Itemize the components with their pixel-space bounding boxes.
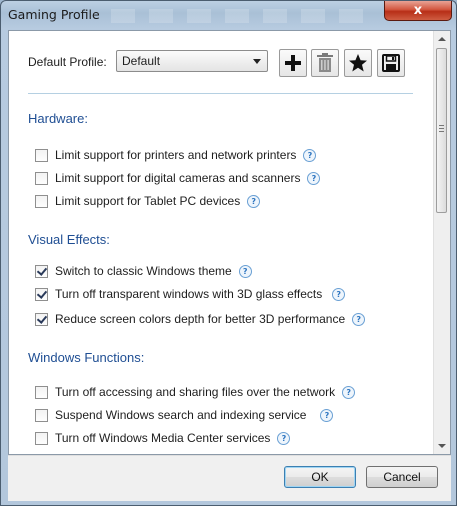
option-limit-printers[interactable]: Limit support for printers and network p… [35,147,317,163]
trash-icon [317,53,333,72]
ok-button[interactable]: OK [284,466,356,488]
checkbox[interactable] [35,264,48,278]
option-search-indexing[interactable]: Suspend Windows search and indexing serv… [35,407,334,423]
save-icon [382,54,400,72]
option-label: Switch to classic Windows theme [55,264,232,278]
checkbox[interactable] [35,194,48,208]
option-glass-effects[interactable]: Turn off transparent windows with 3D gla… [35,286,346,302]
option-label: Limit support for digital cameras and sc… [55,171,301,185]
scrollbar-thumb[interactable] [436,48,447,213]
delete-profile-button[interactable] [311,49,339,77]
star-icon [349,54,367,72]
scroll-up-icon[interactable] [438,37,446,41]
help-icon[interactable]: ? [277,431,291,445]
option-label: Reduce screen colors depth for better 3D… [55,312,346,326]
section-title-windows-functions: Windows Functions: [28,350,145,365]
close-icon: x [413,3,423,18]
favorite-profile-button[interactable] [344,49,372,77]
scroll-down-icon[interactable] [438,444,446,448]
option-label: Limit support for Tablet PC devices [55,194,241,208]
section-title-visual-effects: Visual Effects: [28,232,110,247]
help-icon[interactable]: ? [247,194,261,208]
dialog-footer: OK Cancel [8,455,451,501]
profile-select[interactable]: Default [116,50,268,72]
dialog-content: Default Profile: Default Hardware: Limit… [8,30,451,455]
help-icon[interactable]: ? [342,385,356,399]
checkbox[interactable] [35,312,48,326]
help-icon[interactable]: ? [307,171,321,185]
close-button[interactable]: x [384,1,452,21]
option-limit-tablet[interactable]: Limit support for Tablet PC devices ? [35,193,261,209]
cancel-button[interactable]: Cancel [366,466,438,488]
vertical-scrollbar[interactable] [433,31,450,454]
checkbox[interactable] [35,385,48,399]
chevron-down-icon [253,59,261,64]
option-label: Turn off Windows Media Center services [55,431,271,445]
section-title-hardware: Hardware: [28,111,88,126]
help-icon[interactable]: ? [238,264,252,278]
checkbox[interactable] [35,287,48,301]
help-icon[interactable]: ? [352,312,366,326]
help-icon[interactable]: ? [303,148,317,162]
add-profile-button[interactable] [279,49,307,77]
checkbox[interactable] [35,408,48,422]
option-file-sharing[interactable]: Turn off accessing and sharing files ove… [35,384,356,400]
option-color-depth[interactable]: Reduce screen colors depth for better 3D… [35,311,366,327]
save-profile-button[interactable] [377,49,405,77]
checkbox[interactable] [35,171,48,185]
help-icon[interactable]: ? [320,408,334,422]
titlebar-reflection [111,9,371,23]
window-frame: Gaming Profile x Default Profile: Defaul… [0,0,457,506]
option-label: Suspend Windows search and indexing serv… [55,408,307,422]
option-label: Turn off accessing and sharing files ove… [55,385,336,399]
option-classic-theme[interactable]: Switch to classic Windows theme ? [35,263,252,279]
option-label: Turn off transparent windows with 3D gla… [55,287,323,301]
header-divider [28,93,413,94]
add-icon [285,55,301,71]
grip-icon [439,125,444,132]
window-title: Gaming Profile [8,7,100,22]
help-icon[interactable]: ? [332,287,346,301]
default-profile-label: Default Profile: [28,55,107,69]
checkbox[interactable] [35,431,48,445]
profile-select-value: Default [122,54,161,68]
checkbox[interactable] [35,148,48,162]
option-limit-cameras[interactable]: Limit support for digital cameras and sc… [35,170,321,186]
option-media-center[interactable]: Turn off Windows Media Center services ? [35,430,291,446]
option-label: Limit support for printers and network p… [55,148,297,162]
